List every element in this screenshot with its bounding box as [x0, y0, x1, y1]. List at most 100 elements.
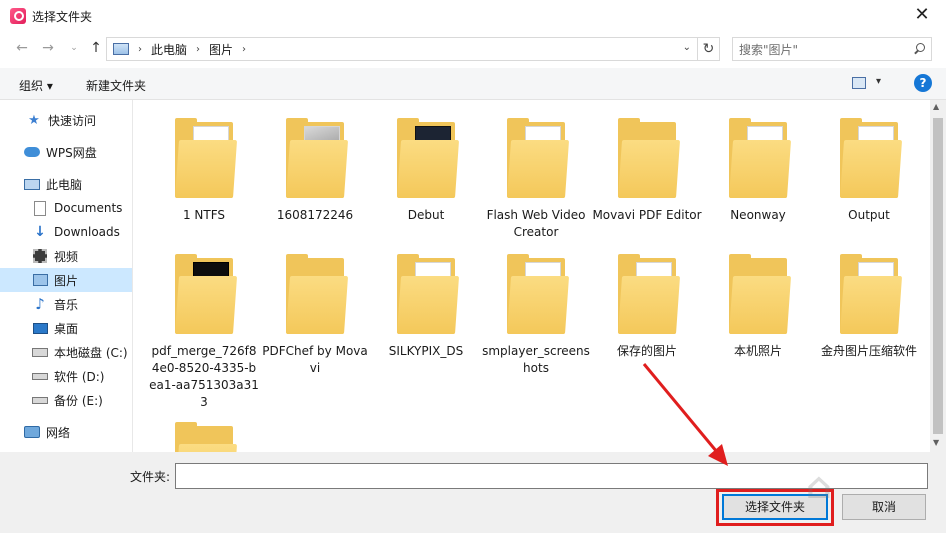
pictures-icon — [32, 274, 48, 286]
folder-icon — [397, 118, 460, 198]
folder-icon — [840, 254, 903, 334]
sidebar-item-pictures[interactable]: 图片 — [0, 268, 132, 292]
sidebar-item-this-pc[interactable]: 此电脑 — [0, 172, 132, 196]
folder-item[interactable]: 本机照片 — [703, 254, 813, 360]
desktop-icon — [32, 322, 48, 334]
sidebar-item-desktop[interactable]: 桌面 — [0, 316, 132, 340]
folder-item[interactable]: 1608172246 — [260, 118, 370, 224]
folder-icon — [729, 254, 792, 334]
folder-label: 1 NTFS — [182, 208, 226, 222]
drive-icon — [32, 396, 48, 404]
folder-label: Movavi PDF Editor — [592, 208, 702, 222]
drive-icon — [32, 372, 48, 380]
folder-icon — [175, 118, 238, 198]
folder-icon — [507, 118, 570, 198]
address-bar: ← → ⌄ ↑ › 此电脑 › 图片 › ⌄ ↻ 搜索"图片" — [0, 34, 946, 64]
star-icon: ★ — [28, 112, 40, 128]
folder-icon — [175, 254, 238, 334]
chevron-down-icon[interactable]: ⌄ — [683, 42, 691, 53]
folder-item[interactable]: 金舟图片压缩软件 — [814, 254, 924, 360]
sidebar-item-label: Documents — [54, 201, 123, 215]
folder-label: SILKYPIX_DS — [388, 344, 464, 358]
chevron-right-icon[interactable]: › — [242, 44, 246, 55]
navigation-pane: ★ 快速访问 WPS网盘 此电脑 Documents ↓ Downloads 视… — [0, 100, 133, 452]
folder-label: 金舟图片压缩软件 — [820, 344, 917, 358]
search-placeholder: 搜索"图片" — [739, 42, 799, 57]
folder-icon — [729, 118, 792, 198]
folder-icon — [618, 118, 681, 198]
folder-item[interactable]: 保存的图片 — [592, 254, 702, 360]
folder-icon — [618, 254, 681, 334]
cancel-button[interactable]: 取消 — [842, 494, 926, 520]
watermark: ⌂ — [806, 466, 834, 507]
folder-icon — [397, 254, 460, 334]
folder-item[interactable]: Output — [814, 118, 924, 224]
close-icon[interactable]: ✕ — [912, 6, 932, 26]
sidebar-item-videos[interactable]: 视频 — [0, 244, 132, 268]
sidebar-item-label: 此电脑 — [46, 177, 83, 192]
folder-item[interactable]: Movavi PDF Editor — [592, 118, 702, 224]
document-icon — [34, 200, 46, 216]
recent-locations-chevron-icon[interactable]: ⌄ — [66, 40, 82, 56]
sidebar-item-network[interactable]: 网络 — [0, 420, 132, 444]
sidebar-item-drive-e[interactable]: 备份 (E:) — [0, 388, 132, 412]
view-options-icon[interactable] — [852, 77, 866, 89]
back-arrow-icon[interactable]: ← — [14, 40, 30, 56]
sidebar-item-label: 本地磁盘 (C:) — [54, 345, 128, 360]
folder-item[interactable]: 1 NTFS — [149, 118, 259, 224]
folder-item[interactable]: PDFChef by Movavi — [260, 254, 370, 377]
computer-icon — [113, 43, 129, 55]
vertical-scrollbar[interactable]: ▲ ▼ — [930, 100, 946, 452]
folder-item[interactable]: Flash Web Video Creator — [481, 118, 591, 241]
folder-label: 本机照片 — [733, 344, 782, 358]
folder-item[interactable]: pdf_merge_726f84e0-8520-4335-bea1-aa7513… — [149, 254, 259, 411]
chevron-down-icon[interactable]: ▾ — [876, 76, 881, 87]
folder-item[interactable] — [149, 422, 259, 452]
search-input[interactable]: 搜索"图片" — [732, 37, 932, 61]
app-icon — [10, 8, 26, 24]
network-icon — [24, 426, 40, 438]
folder-grid: 1 NTFS 1608172246 Debut Flash Web Video … — [134, 100, 930, 452]
sidebar-item-label: 视频 — [54, 249, 79, 264]
chevron-right-icon[interactable]: › — [196, 44, 200, 55]
sidebar-item-drive-d[interactable]: 软件 (D:) — [0, 364, 132, 388]
drive-icon — [32, 347, 48, 357]
scroll-down-icon[interactable]: ▼ — [933, 438, 939, 447]
organize-button[interactable]: 组织 ▾ — [19, 77, 53, 94]
sidebar-item-drive-c[interactable]: 本地磁盘 (C:) — [0, 340, 132, 364]
folder-item[interactable]: Neonway — [703, 118, 813, 224]
sidebar-item-downloads[interactable]: ↓ Downloads — [0, 220, 132, 244]
folder-label: Flash Web Video Creator — [486, 208, 586, 239]
folder-label: PDFChef by Movavi — [262, 344, 368, 375]
breadcrumb-item-pictures[interactable]: 图片 — [209, 41, 233, 58]
up-arrow-icon[interactable]: ↑ — [88, 40, 104, 56]
sidebar-item-documents[interactable]: Documents — [0, 196, 132, 220]
help-button[interactable]: ? — [914, 74, 932, 92]
sidebar-item-label: 备份 (E:) — [54, 393, 103, 408]
scroll-up-icon[interactable]: ▲ — [933, 102, 939, 111]
breadcrumb-item-this-pc[interactable]: 此电脑 — [151, 41, 187, 58]
forward-arrow-icon[interactable]: → — [40, 40, 56, 56]
music-icon: ♪ — [35, 295, 45, 313]
folder-label: Neonway — [730, 208, 786, 222]
folder-item[interactable]: Debut — [371, 118, 481, 224]
breadcrumb[interactable]: › 此电脑 › 图片 › ⌄ — [106, 37, 698, 61]
folder-item[interactable]: SILKYPIX_DS — [371, 254, 481, 360]
title-bar: 选择文件夹 ✕ — [0, 0, 946, 32]
folder-item[interactable]: smplayer_screenshots — [481, 254, 591, 377]
video-icon — [33, 249, 47, 263]
folder-icon — [507, 254, 570, 334]
sidebar-item-label: 桌面 — [54, 321, 79, 336]
sidebar-item-label: 网络 — [46, 425, 71, 440]
sidebar-item-wps-drive[interactable]: WPS网盘 — [0, 140, 132, 164]
sidebar-item-label: 快速访问 — [48, 113, 97, 128]
refresh-button[interactable]: ↻ — [698, 37, 720, 61]
sidebar-item-quick-access[interactable]: ★ 快速访问 — [0, 108, 132, 132]
computer-icon — [24, 178, 40, 190]
scrollbar-thumb[interactable] — [933, 118, 943, 434]
folder-icon — [286, 254, 349, 334]
sidebar-item-music[interactable]: ♪ 音乐 — [0, 292, 132, 316]
chevron-right-icon[interactable]: › — [138, 44, 142, 55]
folder-label: Debut — [407, 208, 445, 222]
new-folder-button[interactable]: 新建文件夹 — [86, 77, 146, 94]
